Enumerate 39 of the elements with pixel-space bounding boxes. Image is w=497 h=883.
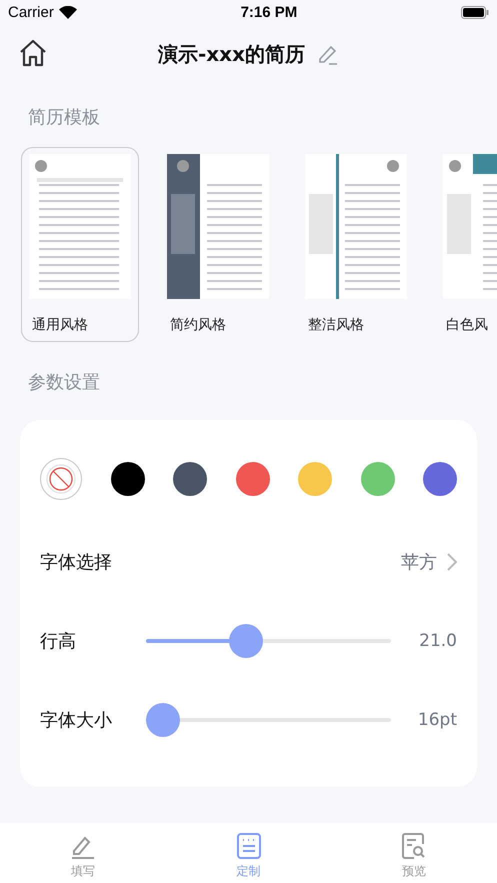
slider-thumb[interactable] [146, 702, 180, 736]
slider-value: 21.0 [419, 630, 457, 650]
slider-value: 16pt [418, 710, 457, 730]
carrier-name: Carrier [8, 4, 54, 21]
template-label: 整洁风格 [308, 316, 365, 334]
home-icon [18, 38, 48, 68]
status-time: 7:16 PM [240, 4, 298, 21]
font-picker[interactable]: 苹方 [401, 550, 457, 574]
chevron-right-icon [447, 552, 457, 570]
color-swatch[interactable] [298, 462, 332, 496]
color-swatch[interactable] [360, 462, 394, 496]
setting-label: 字体大小 [40, 708, 113, 732]
edit-title-button[interactable] [317, 43, 339, 65]
color-swatch[interactable] [110, 462, 144, 496]
template-option[interactable]: 整洁风格 [297, 147, 415, 342]
template-option[interactable]: 白色风 [435, 147, 497, 342]
template-label: 白色风 [446, 316, 489, 334]
template-label: 简约风格 [170, 316, 227, 334]
document-icon [236, 833, 260, 859]
slider-thumb[interactable] [229, 624, 264, 658]
wifi-icon [58, 6, 77, 19]
prohibited-icon [46, 464, 76, 494]
color-swatch[interactable] [423, 462, 457, 496]
section-title: 参数设置 [28, 371, 100, 394]
template-option[interactable]: 通用风格 [21, 147, 139, 342]
section-title: 简历模板 [28, 106, 100, 129]
color-swatch[interactable] [236, 462, 270, 496]
setting-label: 字体选择 [40, 550, 113, 574]
page-title: 演示-xxx的简历 [158, 40, 305, 68]
template-label: 通用风格 [32, 316, 89, 334]
color-swatch[interactable] [173, 462, 207, 496]
document-search-icon [402, 833, 426, 859]
slider[interactable] [146, 702, 391, 736]
pencil-icon [317, 43, 339, 65]
setting-label: 行高 [40, 630, 77, 652]
battery-icon [460, 6, 489, 19]
no-color-button[interactable] [40, 458, 82, 500]
slider[interactable] [146, 624, 391, 658]
template-option[interactable]: 简约风格 [159, 147, 277, 342]
